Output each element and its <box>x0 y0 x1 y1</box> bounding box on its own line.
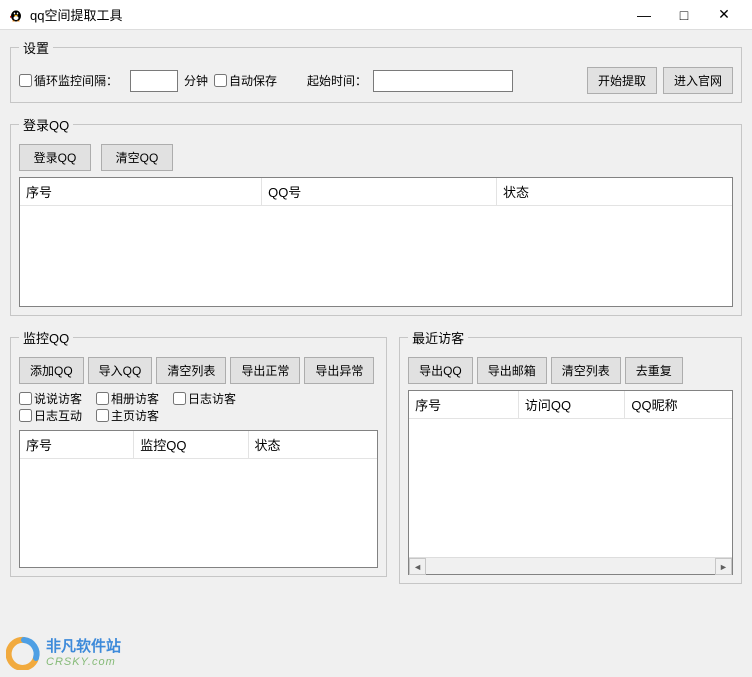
scroll-track[interactable] <box>426 558 715 574</box>
login-qq-col-status[interactable]: 状态 <box>497 178 732 205</box>
titlebar: qq空间提取工具 — □ ✕ <box>0 0 752 30</box>
visitor-clear-list-button[interactable]: 清空列表 <box>551 357 621 384</box>
watermark-ch: 非凡软件站 <box>46 639 121 656</box>
watermark: 非凡软件站 CRSKY.com <box>6 634 121 673</box>
loop-interval-input[interactable] <box>130 70 178 92</box>
monitor-qq-group: 监控QQ 添加QQ 导入QQ 清空列表 导出正常 导出异常 说说访客 相册访客 … <box>10 328 387 577</box>
watermark-en: CRSKY.com <box>46 656 121 668</box>
login-qq-group: 登录QQ 登录QQ 清空QQ 序号 QQ号 状态 <box>10 115 742 316</box>
close-button[interactable]: ✕ <box>704 1 744 29</box>
recent-visitor-table-body[interactable] <box>409 419 732 557</box>
add-qq-button[interactable]: 添加QQ <box>19 357 84 384</box>
login-qq-table-header: 序号 QQ号 状态 <box>20 178 732 206</box>
watermark-text: 非凡软件站 CRSKY.com <box>46 639 121 668</box>
export-qq-button[interactable]: 导出QQ <box>408 357 473 384</box>
monitor-qq-table-header: 序号 监控QQ 状态 <box>20 431 377 459</box>
check-album[interactable]: 相册访客 <box>96 390 159 407</box>
recent-visitor-legend: 最近访客 <box>408 328 468 347</box>
visitor-col-nick[interactable]: QQ昵称 <box>625 391 732 418</box>
dedupe-button[interactable]: 去重复 <box>625 357 683 384</box>
minimize-button[interactable]: — <box>624 1 664 29</box>
visitor-col-qq[interactable]: 访问QQ <box>519 391 626 418</box>
auto-save-label-text: 自动保存 <box>229 72 277 89</box>
auto-save-checkbox[interactable] <box>214 74 227 87</box>
window-title: qq空间提取工具 <box>30 5 624 24</box>
loop-interval-checkbox[interactable] <box>19 74 32 87</box>
export-normal-button[interactable]: 导出正常 <box>230 357 300 384</box>
login-qq-col-qq[interactable]: QQ号 <box>262 178 497 205</box>
loop-interval-label-text: 循环监控间隔： <box>34 72 118 89</box>
monitor-qq-table[interactable]: 序号 监控QQ 状态 <box>19 430 378 568</box>
check-homepage[interactable]: 主页访客 <box>96 407 159 424</box>
check-journal-interact[interactable]: 日志互动 <box>19 407 82 424</box>
recent-visitor-table[interactable]: 序号 访问QQ QQ昵称 ◄ ► <box>408 390 733 575</box>
scroll-right-icon[interactable]: ► <box>715 558 732 575</box>
monitor-col-status[interactable]: 状态 <box>249 431 378 458</box>
start-extract-button[interactable]: 开始提取 <box>587 67 657 94</box>
start-time-label: 起始时间： <box>307 72 367 89</box>
monitor-qq-table-body[interactable] <box>20 459 377 567</box>
recent-visitor-table-header: 序号 访问QQ QQ昵称 <box>409 391 732 419</box>
client-area: 设置 循环监控间隔： 分钟 自动保存 起始时间： 开始提取 进入官网 登录QQ … <box>0 30 752 592</box>
login-qq-table[interactable]: 序号 QQ号 状态 <box>19 177 733 307</box>
monitor-qq-legend: 监控QQ <box>19 328 73 347</box>
enter-site-button[interactable]: 进入官网 <box>663 67 733 94</box>
bottom-row: 监控QQ 添加QQ 导入QQ 清空列表 导出正常 导出异常 说说访客 相册访客 … <box>10 328 742 584</box>
visitor-col-index[interactable]: 序号 <box>409 391 519 418</box>
settings-legend: 设置 <box>19 38 53 57</box>
login-qq-legend: 登录QQ <box>19 115 73 134</box>
minute-unit: 分钟 <box>184 72 208 89</box>
start-time-input[interactable] <box>373 70 513 92</box>
auto-save-checkbox-label[interactable]: 自动保存 <box>214 72 277 89</box>
recent-visitor-group: 最近访客 导出QQ 导出邮箱 清空列表 去重复 序号 访问QQ QQ昵称 ◄ ► <box>399 328 742 584</box>
watermark-icon <box>6 634 42 673</box>
clear-list-button[interactable]: 清空列表 <box>156 357 226 384</box>
export-abnormal-button[interactable]: 导出异常 <box>304 357 374 384</box>
check-shuoshuo[interactable]: 说说访客 <box>19 390 82 407</box>
maximize-button[interactable]: □ <box>664 1 704 29</box>
login-qq-table-body[interactable] <box>20 206 732 306</box>
loop-interval-checkbox-label[interactable]: 循环监控间隔： <box>19 72 118 89</box>
login-qq-button[interactable]: 登录QQ <box>19 144 91 171</box>
visitor-h-scrollbar[interactable]: ◄ ► <box>409 557 732 574</box>
settings-group: 设置 循环监控间隔： 分钟 自动保存 起始时间： 开始提取 进入官网 <box>10 38 742 103</box>
login-qq-col-index[interactable]: 序号 <box>20 178 262 205</box>
scroll-left-icon[interactable]: ◄ <box>409 558 426 575</box>
monitor-col-qq[interactable]: 监控QQ <box>134 431 248 458</box>
app-icon <box>8 7 24 23</box>
export-mail-button[interactable]: 导出邮箱 <box>477 357 547 384</box>
monitor-col-index[interactable]: 序号 <box>20 431 134 458</box>
clear-qq-button[interactable]: 清空QQ <box>101 144 173 171</box>
import-qq-button[interactable]: 导入QQ <box>88 357 153 384</box>
check-journal[interactable]: 日志访客 <box>173 390 236 407</box>
